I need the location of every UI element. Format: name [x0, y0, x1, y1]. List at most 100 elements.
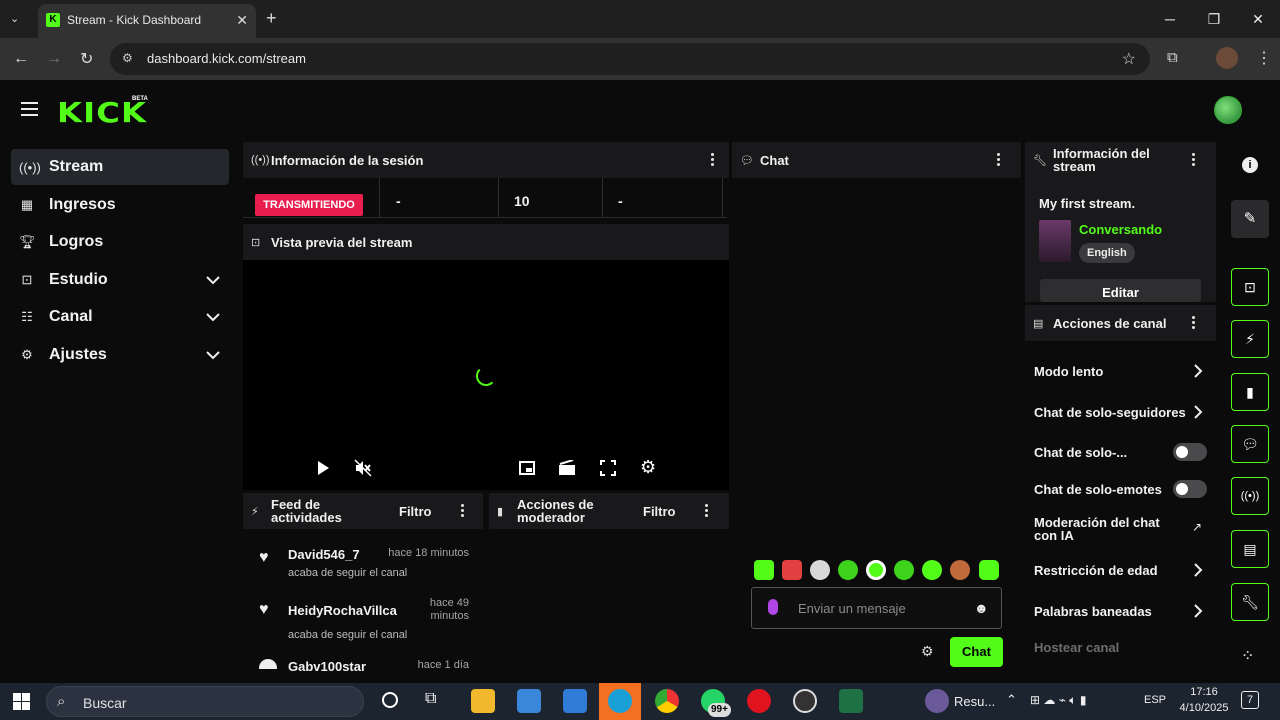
action-followers-only[interactable]: Chat de solo-seguidores [1034, 405, 1186, 420]
chevron-right-icon[interactable] [1192, 563, 1204, 577]
edit-stream-button[interactable]: Editar [1040, 279, 1201, 302]
subscribers-only-toggle[interactable] [1173, 443, 1207, 461]
notification-center-icon[interactable]: 7 [1241, 691, 1259, 709]
chevron-down-icon[interactable] [205, 309, 221, 325]
stream-info-more-icon[interactable] [1192, 153, 1196, 168]
emote-icon[interactable] [950, 560, 970, 580]
rail-button-activity[interactable]: ⚡︎ [1231, 320, 1269, 358]
excel-icon[interactable] [839, 689, 863, 713]
mod-filter-button[interactable]: Filtro [643, 504, 676, 519]
apps-icon[interactable]: ⁘ [1241, 646, 1254, 666]
picture-in-picture-icon[interactable] [519, 460, 535, 476]
tray-chevron-icon[interactable]: ⌃ [1006, 692, 1017, 708]
reload-icon[interactable]: ↻ [80, 49, 93, 69]
chat-send-button[interactable]: Chat [950, 637, 1003, 667]
feed-user-name[interactable]: David546_7 [288, 547, 360, 562]
tray-icons[interactable]: ⊞ ☁ ⌁ 🔈︎ ▮ [1030, 693, 1086, 708]
feed-more-icon[interactable] [461, 504, 465, 519]
feed-user-name[interactable]: HeidyRochaVillca [288, 603, 397, 618]
new-tab-icon[interactable]: + [266, 8, 277, 29]
address-bar[interactable]: ⚙ dashboard.kick.com/stream ☆ [110, 43, 1150, 75]
chat-settings-icon[interactable]: ⚙ [921, 643, 934, 660]
site-info-icon[interactable]: ⚙ [122, 51, 133, 65]
fullscreen-icon[interactable] [600, 460, 616, 476]
rail-button-mod[interactable]: ▮ [1231, 373, 1269, 411]
extensions-icon[interactable]: ⧉ [1167, 49, 1178, 66]
emote-icon[interactable] [810, 560, 830, 580]
sidebar-item-canal[interactable]: ☷ Canal [11, 299, 229, 335]
taskbar-search[interactable]: ⌕ Buscar [46, 686, 364, 717]
chevron-down-icon[interactable] [205, 272, 221, 288]
chrome-icon[interactable] [655, 689, 679, 713]
chevron-right-icon[interactable] [1192, 405, 1204, 419]
hamburger-menu-icon[interactable] [21, 102, 38, 116]
clock-date[interactable]: 4/10/2025 [1174, 702, 1234, 714]
chevron-right-icon[interactable] [1192, 364, 1204, 378]
edit-pencil-icon[interactable]: ✎ [1231, 200, 1269, 238]
close-window-icon[interactable]: ✕ [1236, 0, 1280, 38]
sidebar-item-logros[interactable]: 🏆︎ Logros [11, 224, 229, 260]
user-avatar[interactable] [1214, 96, 1242, 124]
emote-icon[interactable] [979, 560, 999, 580]
action-age-restriction[interactable]: Restricción de edad [1034, 563, 1158, 578]
external-link-icon[interactable]: ↗ [1192, 520, 1202, 534]
channel-actions-more-icon[interactable] [1192, 316, 1196, 331]
mail-icon[interactable] [563, 689, 587, 713]
rail-button-session[interactable]: ((•)) [1231, 477, 1269, 515]
action-banned-words[interactable]: Palabras baneadas [1034, 604, 1152, 619]
language-indicator[interactable]: ESP [1144, 694, 1166, 706]
rail-button-preview[interactable]: ⊡ [1231, 268, 1269, 306]
edge-active-app[interactable] [599, 683, 641, 720]
chevron-right-icon[interactable] [1192, 604, 1204, 618]
mod-more-icon[interactable] [705, 504, 709, 519]
settings-gear-icon[interactable]: ⚙ [640, 457, 656, 478]
profile-avatar[interactable] [1216, 47, 1238, 69]
task-view-icon[interactable]: ⧉ [425, 690, 436, 708]
opera-icon[interactable] [747, 689, 771, 713]
rail-button-stream-info[interactable]: 🔧︎ [1231, 583, 1269, 621]
sidebar-item-ajustes[interactable]: ⚙ Ajustes [11, 337, 229, 373]
cortana-icon[interactable] [382, 692, 398, 708]
emote-icon[interactable] [922, 560, 942, 580]
emote-icon[interactable] [838, 560, 858, 580]
stream-category[interactable]: Conversando [1079, 222, 1162, 237]
windows-start-icon[interactable] [13, 693, 30, 710]
rail-button-channel-actions[interactable]: ▤ [1231, 530, 1269, 568]
taskbar-app-label[interactable]: Resu... [954, 694, 995, 709]
action-ai-moderation[interactable]: Moderación del chat con IA [1034, 516, 1174, 542]
sidebar-item-stream[interactable]: ((•)) Stream [11, 149, 229, 185]
restore-icon[interactable]: ❐ [1192, 0, 1236, 38]
chat-more-icon[interactable] [997, 153, 1001, 168]
sidebar-item-ingresos[interactable]: ▦ Ingresos [11, 187, 229, 223]
mute-icon[interactable] [354, 459, 372, 477]
info-icon[interactable]: i [1242, 157, 1258, 173]
app-icon[interactable] [925, 689, 949, 713]
bookmark-star-icon[interactable]: ☆ [1122, 49, 1136, 69]
chat-message-input[interactable]: Enviar un mensaje ☻ [751, 587, 1002, 629]
emote-icon[interactable] [894, 560, 914, 580]
session-more-icon[interactable] [711, 153, 715, 168]
store-icon[interactable] [517, 689, 541, 713]
action-slow-mode[interactable]: Modo lento [1034, 364, 1103, 379]
feed-user-name[interactable]: Gabv100star [288, 659, 366, 674]
emoji-icon[interactable]: ☻ [974, 600, 989, 616]
emotes-only-toggle[interactable] [1173, 480, 1207, 498]
chevron-down-icon[interactable] [205, 347, 221, 363]
emote-icon[interactable] [866, 560, 886, 580]
file-explorer-icon[interactable] [471, 689, 495, 713]
emote-icon[interactable] [754, 560, 774, 580]
play-icon[interactable] [315, 460, 331, 476]
browser-menu-icon[interactable]: ⋮ [1256, 48, 1272, 68]
rail-button-chat[interactable]: 💬︎ [1231, 425, 1269, 463]
browser-tab[interactable]: K Stream - Kick Dashboard ✕ [38, 4, 256, 38]
sidebar-item-estudio[interactable]: ⊡ Estudio [11, 262, 229, 298]
back-icon[interactable]: ← [13, 50, 29, 68]
minimize-icon[interactable]: ─ [1148, 0, 1192, 38]
emote-icon[interactable] [782, 560, 802, 580]
obs-icon[interactable] [793, 689, 817, 713]
theater-mode-icon[interactable] [558, 460, 576, 476]
microphone-icon[interactable] [768, 599, 778, 615]
forward-icon[interactable]: → [46, 50, 62, 68]
clock-time[interactable]: 17:16 [1176, 686, 1232, 698]
tab-search-icon[interactable]: ⌄ [10, 12, 19, 25]
